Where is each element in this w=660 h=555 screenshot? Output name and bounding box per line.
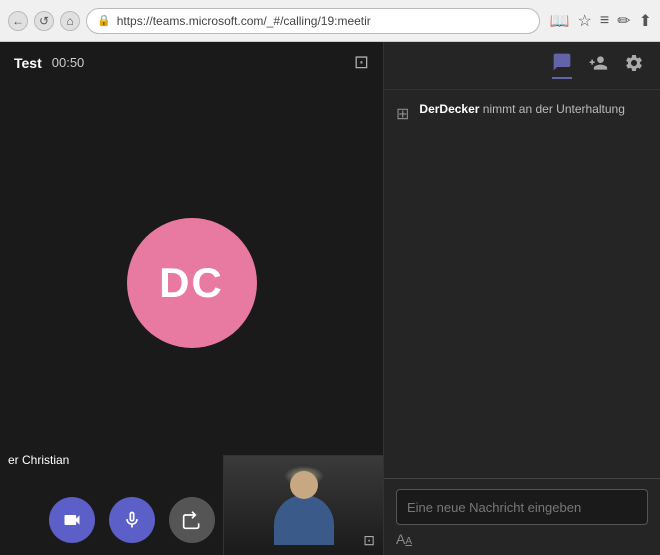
chat-input-area: Eine neue Nachricht eingeben AA bbox=[384, 478, 660, 555]
avatar-area: DC bbox=[0, 83, 383, 483]
reader-view-icon[interactable]: 📖 bbox=[550, 11, 570, 31]
call-header: Test 00:50 ⊡ bbox=[0, 42, 383, 83]
video-button[interactable] bbox=[49, 497, 95, 543]
chat-panel: ⊞ DerDecker nimmt an der Unterhaltung Ei… bbox=[383, 42, 660, 555]
call-timer: 00:50 bbox=[52, 55, 85, 70]
call-title: Test bbox=[14, 55, 42, 71]
chat-input-toolbar: AA bbox=[396, 525, 648, 547]
chat-notification: ⊞ DerDecker nimmt an der Unterhaltung bbox=[396, 102, 648, 124]
chat-tab-icon[interactable] bbox=[552, 52, 572, 79]
self-view-thumbnail: ⊡ bbox=[223, 455, 383, 555]
share-browser-icon[interactable]: ⬆ bbox=[639, 11, 652, 31]
back-button[interactable]: ← bbox=[8, 11, 28, 31]
settings-icon[interactable] bbox=[624, 53, 644, 78]
browser-nav-controls: ← ↺ ⌂ bbox=[8, 11, 80, 31]
call-panel: Test 00:50 ⊡ DC bbox=[0, 42, 383, 555]
url-text: https://teams.microsoft.com/_#/calling/1… bbox=[117, 14, 371, 28]
share-button[interactable] bbox=[169, 497, 215, 543]
avatar-circle: DC bbox=[127, 218, 257, 348]
self-view-video bbox=[224, 456, 383, 555]
browser-action-buttons: 📖 ☆ ≡ ✏ ⬆ bbox=[550, 11, 652, 31]
avatar-initials: DC bbox=[159, 259, 224, 307]
expand-button[interactable]: ⊡ bbox=[354, 52, 369, 73]
bookmark-icon[interactable]: ☆ bbox=[578, 11, 592, 31]
browser-chrome: ← ↺ ⌂ 🔒 https://teams.microsoft.com/_#/c… bbox=[0, 0, 660, 42]
participant-label: er Christian bbox=[8, 453, 69, 467]
reload-button[interactable]: ↺ bbox=[34, 11, 54, 31]
chat-header bbox=[384, 42, 660, 90]
chat-input-placeholder: Eine neue Nachricht eingeben bbox=[407, 500, 581, 515]
person-body bbox=[274, 495, 334, 545]
lock-icon: 🔒 bbox=[97, 14, 111, 27]
chat-input-box[interactable]: Eine neue Nachricht eingeben bbox=[396, 489, 648, 525]
call-title-area: Test 00:50 bbox=[14, 55, 84, 71]
mic-button[interactable] bbox=[109, 497, 155, 543]
home-button[interactable]: ⌂ bbox=[60, 11, 80, 31]
add-participant-icon[interactable] bbox=[588, 53, 608, 78]
chat-content: ⊞ DerDecker nimmt an der Unterhaltung bbox=[384, 90, 660, 478]
address-bar[interactable]: 🔒 https://teams.microsoft.com/_#/calling… bbox=[86, 8, 540, 34]
join-notification-text: DerDecker nimmt an der Unterhaltung bbox=[419, 102, 624, 116]
teams-app: Test 00:50 ⊡ DC bbox=[0, 42, 660, 555]
collections-icon[interactable]: ≡ bbox=[600, 12, 609, 30]
join-notification-icon: ⊞ bbox=[396, 104, 409, 124]
format-text-icon[interactable]: AA bbox=[396, 531, 412, 547]
self-view-camera-icon[interactable]: ⊡ bbox=[363, 532, 375, 549]
annotate-icon[interactable]: ✏ bbox=[617, 11, 630, 31]
person-head bbox=[290, 471, 318, 499]
person-silhouette bbox=[269, 463, 339, 548]
